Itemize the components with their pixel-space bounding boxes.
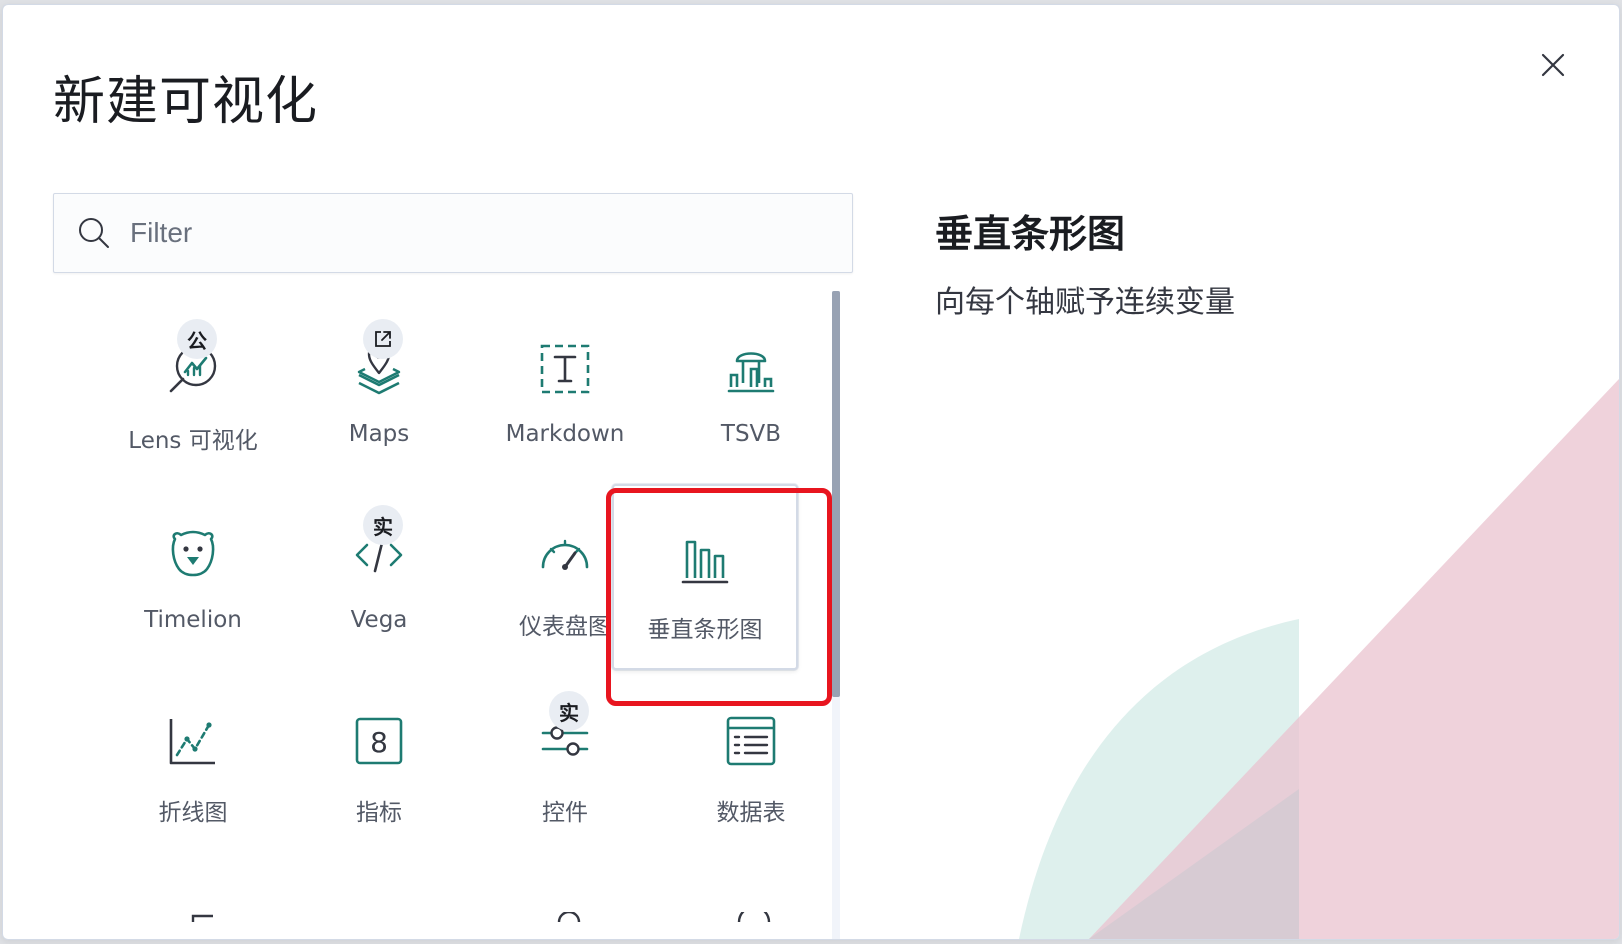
svg-text:8: 8 xyxy=(370,726,388,759)
card-label: Markdown xyxy=(505,421,625,447)
line-chart-icon xyxy=(161,709,225,773)
visualization-type-grid: Lens 可视化 公 Maps Markdown TSVB Timelion V… xyxy=(53,291,843,939)
badge-external xyxy=(363,319,403,359)
card-label: 折线图 xyxy=(158,800,228,826)
badge-experimental: 实 xyxy=(549,691,589,731)
card-label: Lens 可视化 xyxy=(128,428,258,454)
close-button[interactable] xyxy=(1535,47,1571,83)
card-line-chart[interactable]: 折线图 xyxy=(97,663,289,855)
badge-public: 公 xyxy=(177,319,217,359)
modal-title: 新建可视化 xyxy=(53,72,319,132)
next-row-peek xyxy=(173,905,833,923)
new-visualization-modal: 新建可视化 Lens 可视化 xyxy=(2,4,1620,940)
vertical-bar-icon xyxy=(673,526,737,590)
card-label: Maps xyxy=(348,421,410,447)
tsvb-icon xyxy=(719,337,783,401)
description-text: 向每个轴赋予连续变量 xyxy=(935,285,1235,320)
card-label: 垂直条形图 xyxy=(647,617,763,643)
external-link-icon xyxy=(375,331,391,347)
card-timelion[interactable]: Timelion xyxy=(97,477,289,669)
card-metric[interactable]: 8 指标 xyxy=(283,663,475,855)
card-label: TSVB xyxy=(720,421,782,447)
card-label: 仪表盘图 xyxy=(519,614,611,640)
card-label: 指标 xyxy=(356,800,402,826)
search-icon xyxy=(74,213,114,253)
description-title: 垂直条形图 xyxy=(935,212,1126,256)
card-data-table[interactable]: 数据表 xyxy=(655,663,843,855)
decorative-background xyxy=(1019,379,1619,939)
card-label: 数据表 xyxy=(716,800,786,826)
card-markdown[interactable]: Markdown xyxy=(469,291,661,483)
card-label: Timelion xyxy=(144,607,242,633)
gauge-icon xyxy=(533,523,597,587)
timelion-icon xyxy=(161,523,225,587)
card-tsvb[interactable]: TSVB xyxy=(655,291,843,483)
card-label: Vega xyxy=(350,607,408,633)
data-table-icon xyxy=(719,709,783,773)
close-icon xyxy=(1541,53,1565,77)
metric-icon: 8 xyxy=(347,709,411,773)
badge-experimental: 实 xyxy=(363,505,403,545)
filter-input[interactable] xyxy=(130,217,810,249)
card-label: 控件 xyxy=(542,800,588,826)
markdown-icon xyxy=(533,337,597,401)
filter-search-box xyxy=(53,193,853,273)
card-vertical-bar[interactable]: 垂直条形图 xyxy=(612,484,798,670)
